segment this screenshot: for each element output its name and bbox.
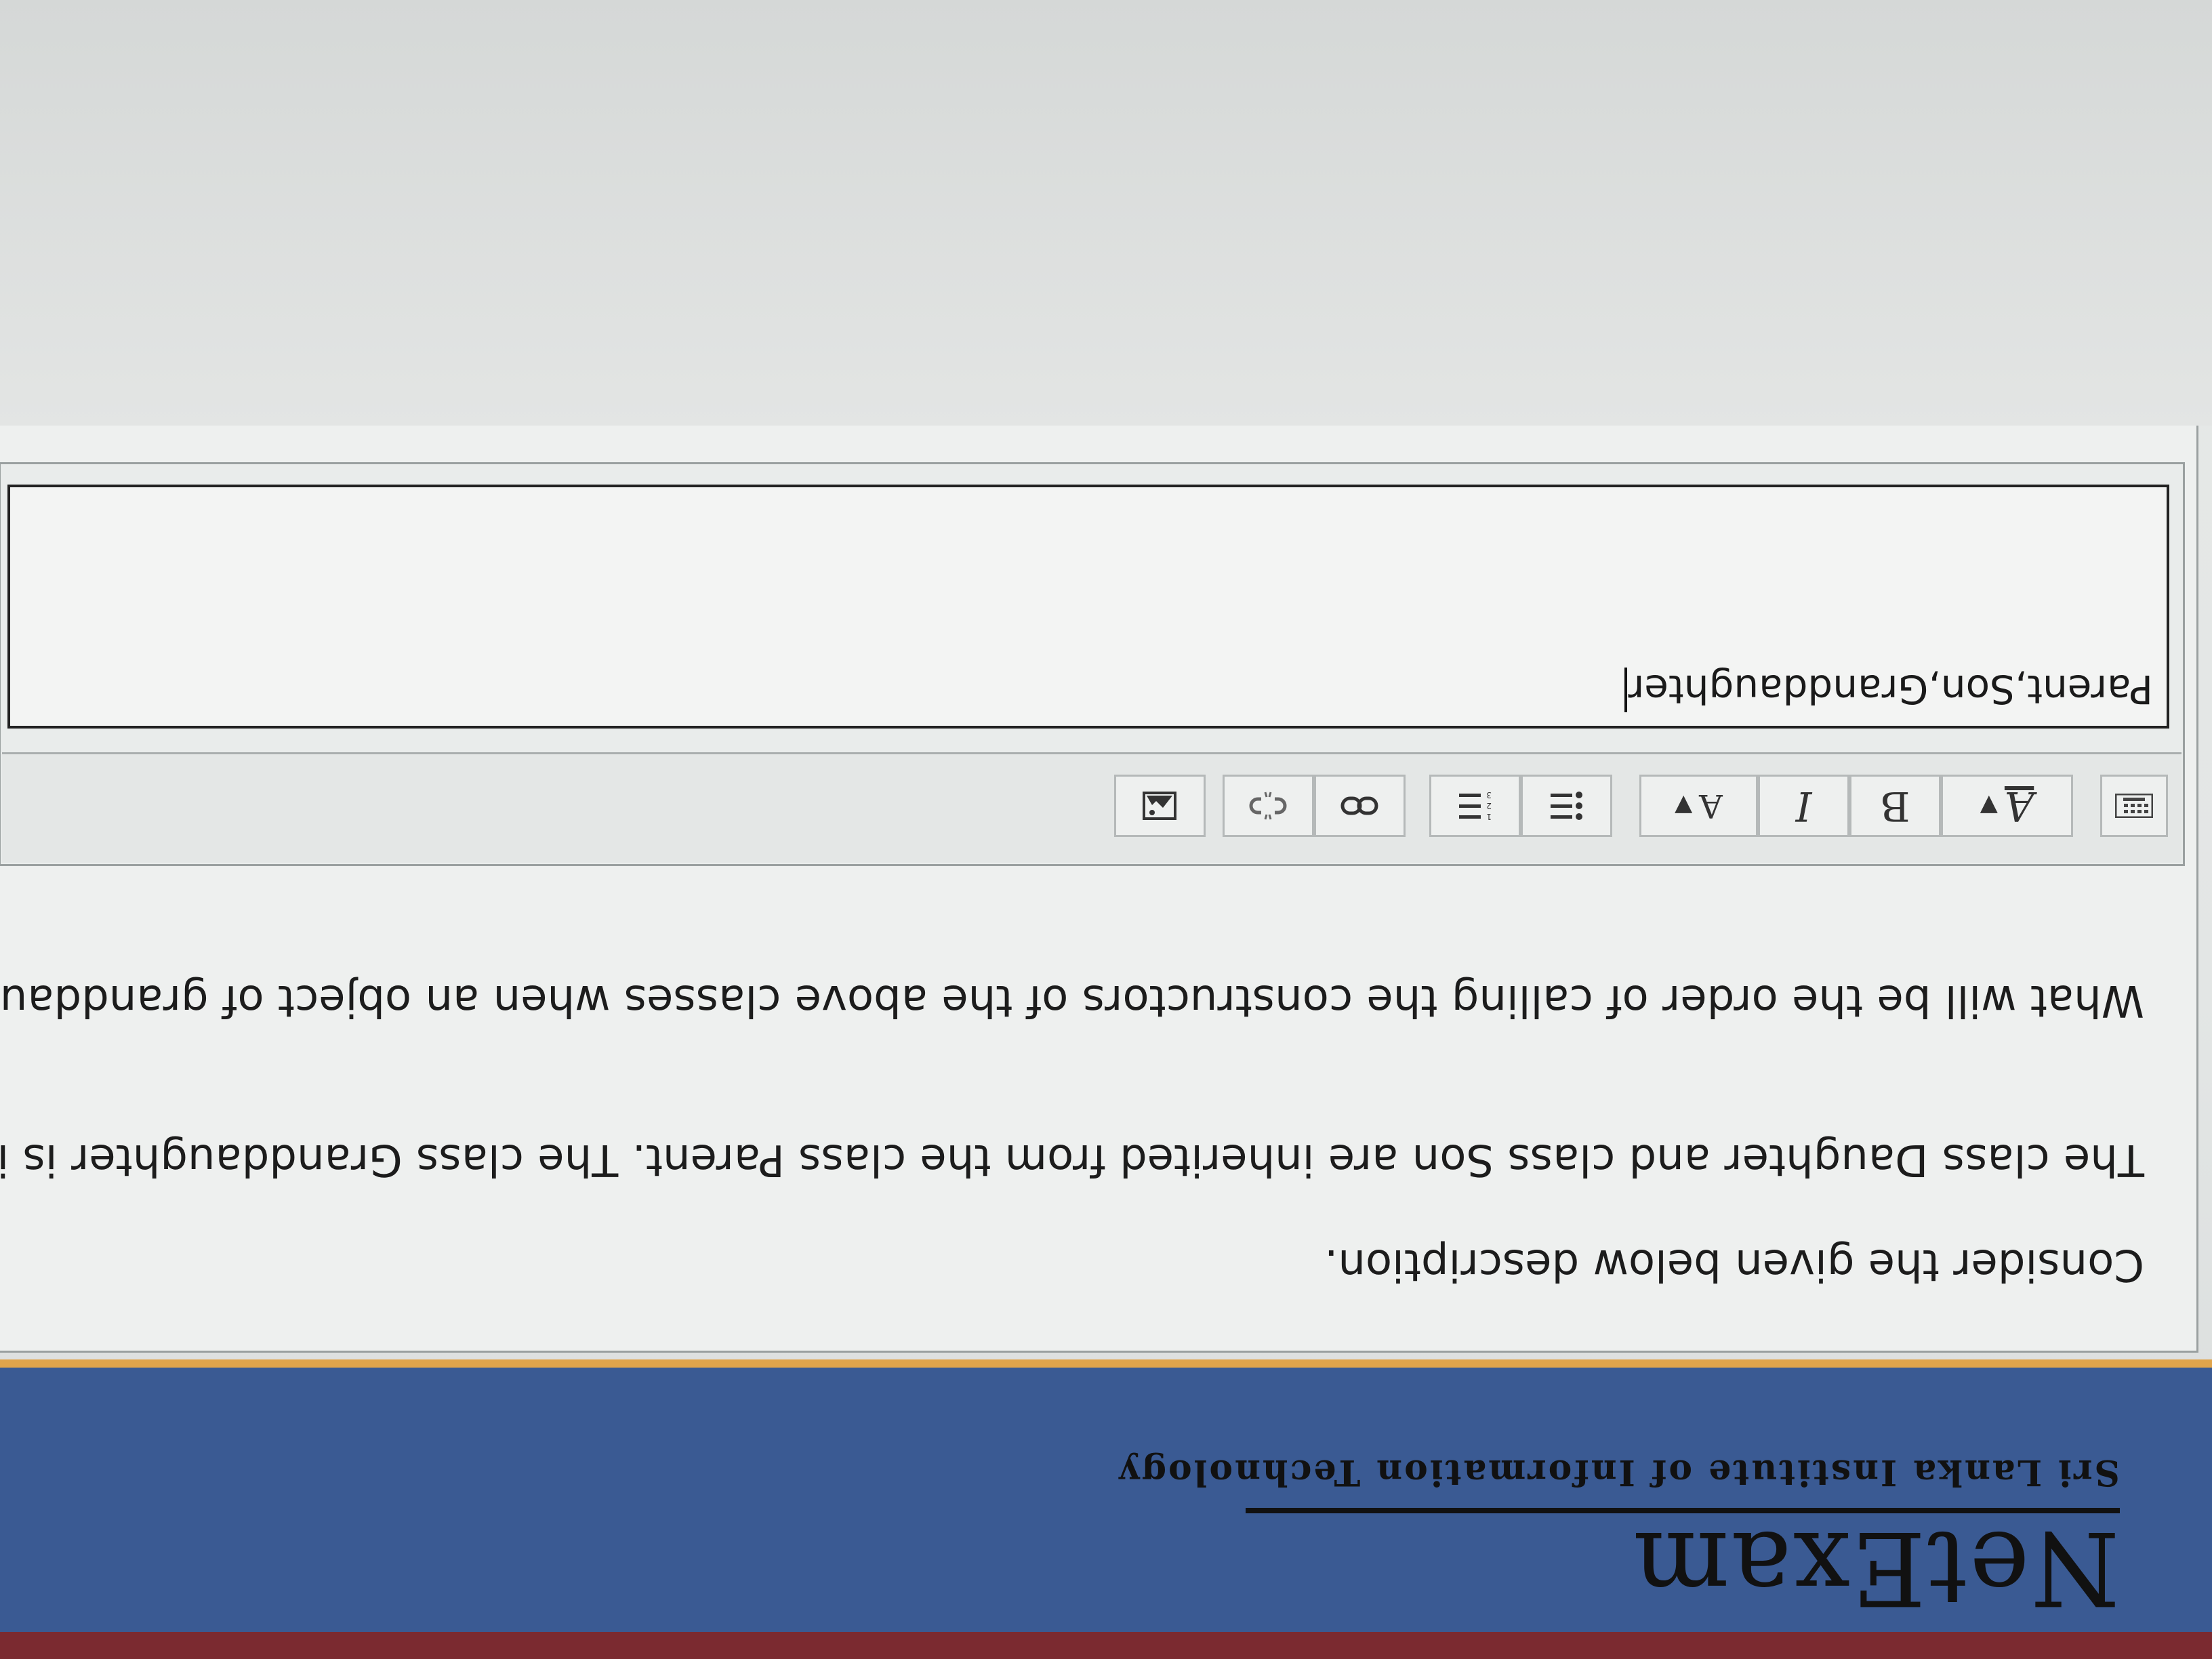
logo-underline [1246, 1508, 2120, 1513]
svg-text:1: 1 [1487, 812, 1492, 821]
bullet-list-icon [1551, 792, 1583, 820]
answer-value: Parent,Son,Granddaughter [1628, 666, 2153, 712]
exam-page: NetExam Sri Lanka Institute of Informati… [0, 0, 2212, 1659]
keyboard-icon [2115, 794, 2153, 818]
question-description: The class Daughter and class Son are inh… [0, 1134, 2144, 1185]
insert-image-button[interactable] [1114, 775, 1206, 837]
question-intro: Consider the given below description. [1324, 1240, 2144, 1290]
text-cursor [1624, 668, 1627, 712]
numbered-list-button[interactable]: 123 [1429, 775, 1521, 837]
bold-label: B [1880, 782, 1910, 830]
chevron-down-icon: ▼ [1675, 792, 1693, 819]
bullet-list-button[interactable] [1521, 775, 1612, 837]
paragraph-style-label: A [2004, 782, 2034, 830]
netexam-logo[interactable]: NetExam [1632, 1509, 2120, 1626]
link-button[interactable] [1314, 775, 1406, 837]
header-top-strip [0, 1632, 2212, 1659]
show-more-buttons-button[interactable] [2100, 775, 2168, 837]
italic-label: I [1795, 782, 1812, 830]
editor-toolbar: A ▼ B I A ▼ 1 2 3 [2, 752, 2182, 863]
unlink-button[interactable] [1223, 775, 1314, 837]
bold-button[interactable]: B [1849, 775, 1941, 837]
numbered-list-icon: 123 [1459, 790, 1492, 821]
question-prompt: What will be the order of calling the co… [0, 975, 2144, 1025]
answer-editor: A ▼ B I A ▼ 1 2 3 Parent,Son,Granddaught… [0, 462, 2185, 866]
chevron-down-icon: ▼ [1980, 792, 1998, 819]
answer-text-line: Parent,Son,Granddaughter [1624, 666, 2153, 712]
font-color-button[interactable]: A ▼ [1639, 775, 1758, 837]
institute-name: Sri Lanka Institute of Information Techn… [1117, 1452, 2120, 1493]
link-icon [1341, 796, 1378, 815]
unlink-icon [1250, 792, 1287, 820]
svg-text:2: 2 [1487, 801, 1492, 811]
svg-text:3: 3 [1487, 790, 1492, 800]
italic-button[interactable]: I [1758, 775, 1849, 837]
site-header: NetExam Sri Lanka Institute of Informati… [0, 1359, 2212, 1659]
paragraph-style-button[interactable]: A ▼ [1941, 775, 2073, 837]
font-color-label: A [1699, 787, 1723, 825]
page-lower-area [0, 0, 2212, 426]
answer-text-area[interactable]: Parent,Son,Granddaughter [7, 485, 2169, 729]
image-icon [1143, 792, 1177, 820]
